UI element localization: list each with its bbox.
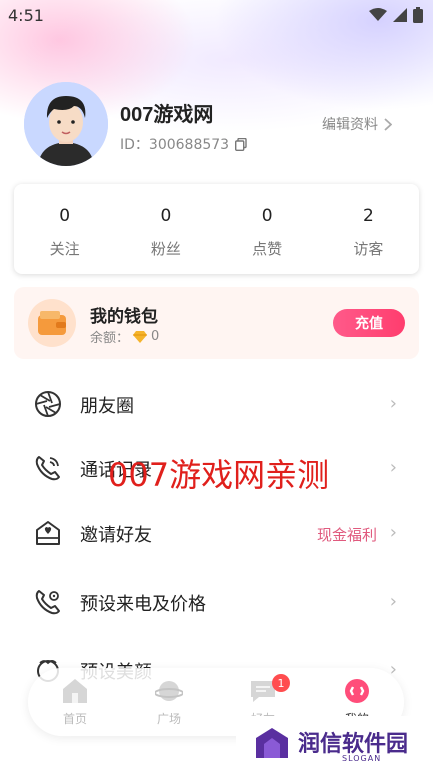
menu-item-call-history[interactable]: 通话记录 › — [0, 438, 433, 498]
menu-label: 朋友圈 — [80, 396, 134, 417]
menu-item-invite-friends[interactable]: 邀请好友 现金福利 › — [0, 503, 433, 563]
stat-label: 访客 — [353, 240, 384, 258]
edit-profile-link[interactable]: 编辑资料 — [322, 114, 392, 134]
recharge-button[interactable]: 充值 — [333, 309, 405, 337]
status-time: 4:51 — [8, 5, 44, 25]
home-icon — [63, 679, 87, 703]
diamond-icon — [133, 330, 148, 343]
chevron-right-icon: › — [389, 591, 397, 612]
copy-icon[interactable] — [235, 137, 247, 151]
phone-call-icon — [35, 456, 60, 481]
stat-label: 点赞 — [252, 240, 283, 258]
chevron-right-icon: › — [389, 393, 397, 414]
menu-label: 邀请好友 — [80, 525, 152, 546]
stat-followers[interactable]: 0 粉丝 — [115, 184, 216, 274]
nav-home[interactable]: 首页 — [28, 668, 122, 736]
phone-settings-icon — [35, 590, 60, 615]
avatar[interactable] — [24, 82, 108, 166]
stat-value: 0 — [59, 206, 71, 226]
stat-label: 关注 — [49, 240, 80, 258]
status-bar: 4:51 — [0, 0, 433, 30]
status-icons — [369, 7, 423, 23]
stat-likes[interactable]: 0 点赞 — [217, 184, 318, 274]
stat-label: 粉丝 — [150, 240, 181, 258]
user-id: ID：300688573 — [120, 134, 247, 154]
menu-label: 预设来电及价格 — [80, 594, 206, 615]
aperture-icon — [35, 391, 61, 417]
logo-slogan: SLOGAN — [342, 754, 382, 763]
nav-label: 广场 — [156, 712, 181, 726]
wallet-balance: 余额： 0 — [90, 327, 159, 346]
username: 007游戏网 — [120, 104, 214, 126]
nav-square[interactable]: 广场 — [122, 668, 216, 736]
stat-value: 0 — [261, 206, 273, 226]
profile-header: 007游戏网 ID：300688573 编辑资料 — [24, 82, 414, 168]
wallet-icon — [28, 299, 76, 347]
menu-item-call-price[interactable]: 预设来电及价格 › — [0, 572, 433, 632]
stats-card: 0 关注 0 粉丝 0 点赞 2 访客 — [14, 184, 419, 274]
planet-icon — [155, 681, 183, 701]
chevron-right-icon: › — [389, 457, 397, 478]
menu-item-moments[interactable]: 朋友圈 › — [0, 374, 433, 434]
wallet-card[interactable]: 我的钱包 余额： 0 充值 — [14, 287, 419, 359]
invite-mail-icon — [36, 521, 60, 545]
wifi-icon — [369, 8, 387, 21]
menu-label: 通话记录 — [80, 460, 152, 481]
cash-bonus-label: 现金福利 — [316, 526, 377, 544]
user-id-text: ID：300688573 — [120, 137, 230, 153]
wallet-balance-value: 0 — [151, 329, 160, 344]
avatar-illustration — [24, 82, 108, 166]
wallet-balance-label: 余额： — [90, 331, 130, 346]
logo-mark-icon — [256, 728, 288, 758]
chevron-right-icon: › — [389, 522, 397, 543]
unread-badge: 1 — [272, 674, 290, 692]
stat-value: 0 — [160, 206, 172, 226]
nav-label: 首页 — [62, 712, 87, 726]
wallet-title: 我的钱包 — [90, 307, 158, 327]
edit-profile-label: 编辑资料 — [322, 117, 378, 133]
chevron-right-icon — [384, 117, 392, 131]
stat-visitors[interactable]: 2 访客 — [318, 184, 419, 274]
battery-icon — [413, 7, 423, 23]
profile-icon — [345, 679, 369, 703]
site-logo-banner: 润信软件园 SLOGAN — [236, 716, 433, 769]
stat-value: 2 — [362, 206, 374, 226]
stat-following[interactable]: 0 关注 — [14, 184, 115, 274]
signal-icon — [393, 8, 407, 22]
